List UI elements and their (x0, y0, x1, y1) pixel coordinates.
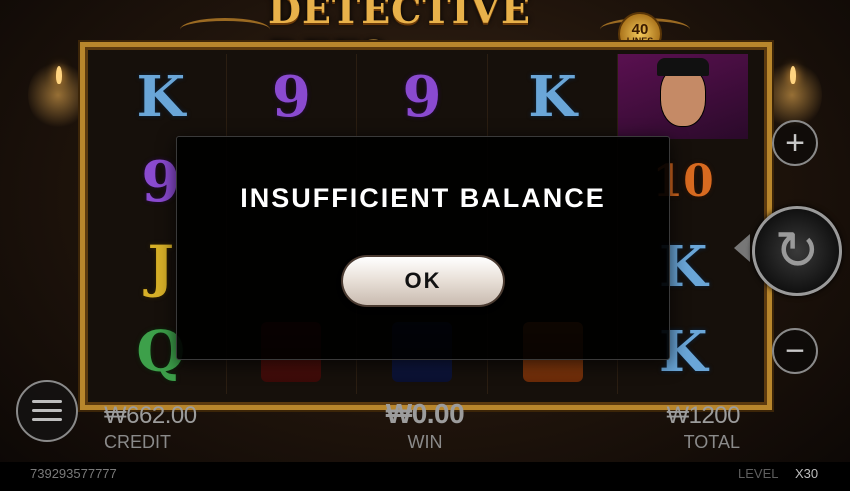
lines-number: 40 (631, 21, 649, 38)
minus-icon: − (785, 331, 805, 370)
menu-icon (32, 409, 62, 412)
footer-bar (0, 462, 850, 491)
insufficient-balance-dialog: INSUFFICIENT BALANCE OK (176, 136, 670, 360)
win-value: ₩0.00 (385, 398, 465, 429)
dialog-message: INSUFFICIENT BALANCE (240, 183, 606, 213)
menu-button[interactable] (16, 380, 78, 442)
ok-button[interactable]: OK (343, 257, 503, 305)
candle-icon (790, 66, 796, 84)
symbol-9: 9 (271, 63, 311, 130)
level-value: X30 (795, 466, 819, 481)
title-ornament-left (180, 18, 270, 41)
symbol-detective-portrait (618, 54, 748, 139)
detective-portrait-icon (657, 57, 710, 126)
credit-label: CREDIT (104, 432, 171, 452)
win-label: WIN (407, 432, 443, 452)
total-bet-label: TOTAL (683, 432, 740, 452)
credit-value: ₩662.00 (104, 402, 197, 429)
symbol-k: K (136, 63, 186, 130)
account-id: 739293577777 (30, 466, 117, 481)
level-label: LEVEL (738, 466, 779, 481)
symbol-9: 9 (402, 63, 442, 130)
menu-icon (32, 400, 62, 403)
symbol-k: K (528, 63, 577, 130)
spin-button[interactable]: ↻ (752, 206, 842, 296)
bet-increase-button[interactable]: + (772, 120, 818, 166)
candle-icon (56, 66, 62, 84)
bet-decrease-button[interactable]: − (772, 328, 818, 374)
spin-panel-arrow-icon (734, 234, 750, 262)
menu-icon (32, 418, 62, 421)
plus-icon: + (785, 123, 805, 162)
spin-refresh-icon: ↻ (774, 221, 820, 281)
hat-icon (657, 57, 710, 76)
total-bet-value: ₩1200 (666, 402, 740, 429)
